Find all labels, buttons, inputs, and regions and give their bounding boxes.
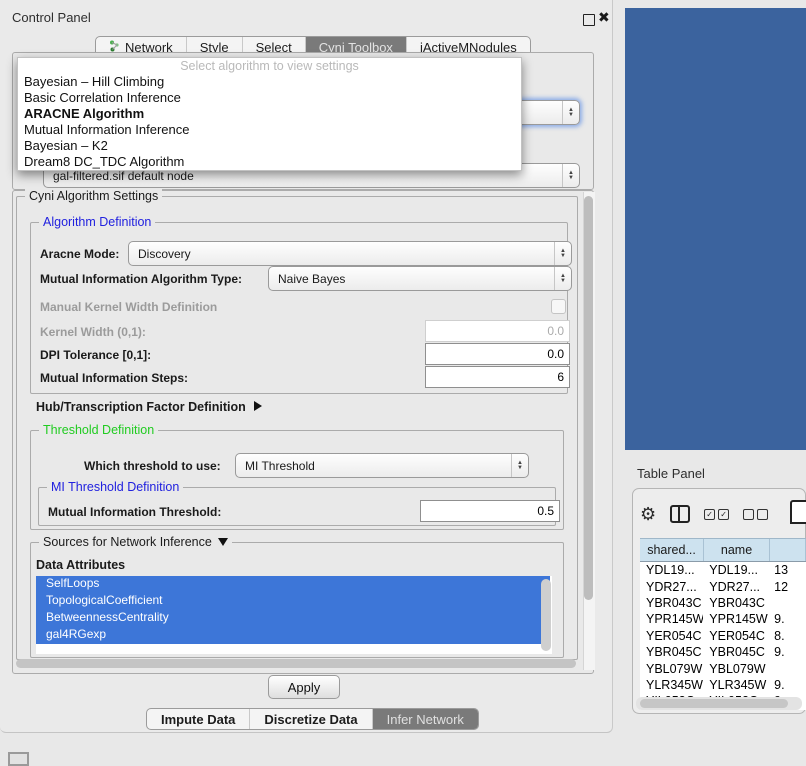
attributes-scrollbar[interactable] bbox=[541, 579, 551, 651]
float-window-icon[interactable] bbox=[583, 14, 595, 26]
kernel-width-label: Kernel Width (0,1): bbox=[40, 325, 146, 339]
column-header[interactable]: shared... bbox=[640, 539, 704, 561]
attribute-item[interactable]: gal4RGexp bbox=[36, 627, 550, 644]
popup-placeholder: Select algorithm to view settings bbox=[18, 58, 521, 74]
control-panel: Control Panel ✖ NetworkStyleSelectCyni T… bbox=[0, 0, 613, 733]
aracne-mode-label: Aracne Mode: bbox=[40, 247, 119, 261]
settings-hscrollbar-thumb[interactable] bbox=[16, 659, 576, 668]
attribute-item[interactable]: TopologicalCoefficient bbox=[36, 593, 550, 610]
deselect-all-checkboxes-icon[interactable] bbox=[743, 509, 768, 520]
popup-item[interactable]: Bayesian – K2 bbox=[18, 138, 521, 154]
settings-vscrollbar-thumb[interactable] bbox=[584, 196, 593, 600]
dpi-tolerance-field[interactable]: 0.0 bbox=[425, 343, 570, 365]
data-attributes-label: Data Attributes bbox=[36, 558, 125, 572]
cyni-bottom-tabs: Impute DataDiscretize DataInfer Network bbox=[146, 708, 479, 730]
table-toolbar: ⚙ ✓✓ bbox=[640, 502, 768, 526]
close-icon[interactable]: ✖ bbox=[598, 9, 610, 26]
bottom-tab-impute-data[interactable]: Impute Data bbox=[147, 709, 250, 729]
popup-item-list: Bayesian – Hill ClimbingBasic Correlatio… bbox=[18, 74, 521, 170]
data-attributes-list[interactable]: SelfLoopsTopologicalCoefficientBetweenne… bbox=[36, 576, 552, 654]
gear-icon[interactable]: ⚙ bbox=[640, 505, 656, 523]
manual-kernel-checkbox[interactable] bbox=[551, 299, 566, 314]
combo-spinner-icon: ▲▼ bbox=[562, 101, 579, 124]
manual-kernel-label: Manual Kernel Width Definition bbox=[40, 300, 217, 314]
collapsed-panel-icon[interactable] bbox=[8, 752, 29, 766]
table-row[interactable]: YPR145WYPR145W9. bbox=[640, 611, 806, 627]
select-all-checkboxes-icon[interactable]: ✓✓ bbox=[704, 509, 729, 520]
algorithm-dropdown-popup: Select algorithm to view settings Bayesi… bbox=[17, 57, 522, 171]
table-row[interactable]: YER054CYER054C8. bbox=[640, 628, 806, 644]
table-hscrollbar-thumb[interactable] bbox=[640, 699, 788, 708]
expanded-arrow-icon bbox=[218, 538, 228, 546]
mi-type-label: Mutual Information Algorithm Type: bbox=[40, 272, 242, 286]
network-view-container: GALGAL80GAL10GAL1GAL11SWI4GAL4GCY1HAP4YH… bbox=[625, 8, 806, 450]
table-row[interactable]: YDR27...YDR27...12 bbox=[640, 578, 806, 594]
table-rows: YDL19...YDL19...13YDR27...YDR27...12YBR0… bbox=[640, 562, 806, 710]
mi-algorithm-type-combo[interactable]: Naive Bayes ▲▼ bbox=[268, 266, 572, 291]
bottom-tab-discretize-data[interactable]: Discretize Data bbox=[250, 709, 372, 729]
columns-icon[interactable] bbox=[670, 505, 690, 523]
combo-spinner-icon: ▲▼ bbox=[562, 164, 579, 187]
which-threshold-combo[interactable]: MI Threshold ▲▼ bbox=[235, 453, 529, 478]
combo-spinner-icon: ▲▼ bbox=[554, 242, 571, 265]
attribute-item[interactable]: SelfLoops bbox=[36, 576, 550, 593]
mi-steps-label: Mutual Information Steps: bbox=[40, 371, 188, 385]
table-row[interactable]: YBR045CYBR045C9. bbox=[640, 644, 806, 660]
table-row[interactable]: YLR345WYLR345W9. bbox=[640, 677, 806, 693]
aracne-mode-combo[interactable]: Discovery ▲▼ bbox=[128, 241, 572, 266]
column-header[interactable]: name bbox=[704, 539, 770, 561]
column-header[interactable] bbox=[770, 539, 806, 561]
popup-item[interactable]: Bayesian – Hill Climbing bbox=[18, 74, 521, 90]
mi-steps-field[interactable]: 6 bbox=[425, 366, 570, 388]
table-header-row: shared...name bbox=[640, 538, 806, 562]
attribute-item[interactable]: BetweennessCentrality bbox=[36, 610, 550, 627]
table-sheet-icon[interactable] bbox=[790, 500, 806, 524]
combo-spinner-icon: ▲▼ bbox=[554, 267, 571, 290]
popup-item[interactable]: Mutual Information Inference bbox=[18, 122, 521, 138]
combo-spinner-icon: ▲▼ bbox=[511, 454, 528, 477]
apply-button[interactable]: Apply bbox=[268, 675, 340, 699]
mi-threshold-field[interactable]: 0.5 bbox=[420, 500, 560, 522]
panel-title: Control Panel bbox=[12, 10, 91, 25]
collapsed-arrow-icon bbox=[254, 401, 262, 411]
table-row[interactable]: YBL079WYBL079W bbox=[640, 660, 806, 676]
popup-item[interactable]: Basic Correlation Inference bbox=[18, 90, 521, 106]
node-table: shared...name YDL19...YDL19...13YDR27...… bbox=[640, 538, 806, 710]
which-threshold-label: Which threshold to use: bbox=[84, 459, 221, 473]
popup-item[interactable]: Dream8 DC_TDC Algorithm bbox=[18, 154, 521, 170]
popup-item[interactable]: ARACNE Algorithm bbox=[18, 106, 521, 122]
bottom-tab-infer-network[interactable]: Infer Network bbox=[373, 709, 478, 729]
table-panel-title: Table Panel bbox=[637, 466, 705, 481]
kernel-width-field[interactable]: 0.0 bbox=[425, 320, 570, 342]
table-row[interactable]: YDL19...YDL19...13 bbox=[640, 562, 806, 578]
dpi-tolerance-label: DPI Tolerance [0,1]: bbox=[40, 348, 151, 362]
mi-threshold-label: Mutual Information Threshold: bbox=[48, 505, 221, 519]
hub-definition-toggle[interactable]: Hub/Transcription Factor Definition bbox=[36, 400, 262, 414]
table-row[interactable]: YBR043CYBR043C bbox=[640, 595, 806, 611]
